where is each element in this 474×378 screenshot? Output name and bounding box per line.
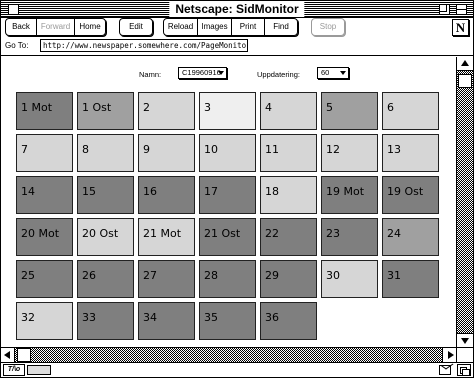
find-button[interactable]: Find — [265, 19, 297, 35]
page-cell[interactable]: 20 Ost — [77, 218, 134, 256]
name-label: Namn: — [139, 70, 162, 79]
page-cell[interactable]: 10 — [199, 134, 256, 172]
page-cell[interactable]: 16 — [138, 176, 195, 214]
page-cell[interactable]: 9 — [138, 134, 195, 172]
page-cell[interactable]: 19 Ost — [382, 176, 439, 214]
page-cell[interactable]: 13 — [382, 134, 439, 172]
page-content: Namn: C19960916 Uppdatering: 60 1 Mot 1 O… — [1, 57, 456, 347]
page-cell[interactable]: 4 — [260, 92, 317, 130]
page-cell[interactable]: 2 — [138, 92, 195, 130]
page-button-group: Reload Images Print Find — [163, 18, 298, 36]
update-select[interactable]: 60 — [317, 67, 349, 79]
page-cell[interactable]: 28 — [199, 260, 256, 298]
page-cell[interactable]: 25 — [16, 260, 73, 298]
page-cell[interactable]: 6 — [382, 92, 439, 130]
vertical-scrollbar[interactable] — [456, 57, 473, 347]
page-cell[interactable]: 26 — [77, 260, 134, 298]
page-cell[interactable]: 30 — [321, 260, 378, 298]
browser-window: Netscape: SidMonitor Back Forward Home E… — [0, 0, 474, 378]
url-input[interactable]: http://www.newspaper.somewhere.com/PageM… — [40, 39, 248, 52]
page-cell[interactable]: 34 — [138, 302, 195, 340]
back-button[interactable]: Back — [6, 19, 37, 35]
scroll-up-arrow-icon[interactable] — [457, 57, 473, 71]
security-icon[interactable]: T/\o — [3, 364, 25, 376]
page-cell[interactable]: 29 — [260, 260, 317, 298]
mail-icon[interactable] — [439, 365, 451, 375]
edit-button[interactable]: Edit — [119, 18, 153, 36]
stop-button[interactable]: Stop — [311, 18, 345, 36]
navigation-button-group: Back Forward Home — [5, 18, 106, 36]
page-cell[interactable]: 21 Mot — [138, 218, 195, 256]
close-box-icon[interactable] — [8, 4, 19, 15]
page-cell[interactable]: 5 — [321, 92, 378, 130]
scrollbar-corner — [456, 347, 473, 362]
dropdown-arrow-icon — [340, 71, 346, 75]
page-cell[interactable]: 1 Mot — [16, 92, 73, 130]
zoom-box-icon[interactable] — [439, 4, 450, 15]
dropdown-arrow-icon — [218, 71, 224, 75]
location-label: Go To: — [5, 41, 29, 50]
scroll-right-arrow-icon[interactable] — [442, 348, 456, 362]
netscape-logo-icon[interactable]: N — [452, 19, 469, 36]
page-cell[interactable]: 1 Ost — [77, 92, 134, 130]
page-cell[interactable]: 7 — [16, 134, 73, 172]
scroll-down-arrow-icon[interactable] — [457, 333, 473, 347]
update-select-value: 60 — [321, 68, 330, 77]
page-cell[interactable]: 8 — [77, 134, 134, 172]
page-cell[interactable]: 31 — [382, 260, 439, 298]
page-cell[interactable]: 3 — [199, 92, 256, 130]
page-cell[interactable]: 15 — [77, 176, 134, 214]
collapse-box-icon[interactable] — [456, 4, 467, 15]
window-title: Netscape: SidMonitor — [169, 1, 305, 17]
component-bar-icon[interactable] — [457, 364, 471, 376]
page-cell[interactable]: 18 — [260, 176, 317, 214]
page-cell[interactable]: 27 — [138, 260, 195, 298]
page-cell[interactable]: 22 — [260, 218, 317, 256]
toolbar: Back Forward Home Edit Reload Images Pri… — [1, 18, 473, 38]
name-select[interactable]: C19960916 — [178, 67, 227, 79]
page-cell[interactable]: 17 — [199, 176, 256, 214]
title-bar[interactable]: Netscape: SidMonitor — [1, 1, 473, 18]
home-button[interactable]: Home — [75, 19, 105, 35]
page-cell[interactable]: 36 — [260, 302, 317, 340]
reload-button[interactable]: Reload — [164, 19, 198, 35]
status-bar: T/\o — [1, 362, 473, 377]
location-bar: Go To: http://www.newspaper.somewhere.co… — [1, 38, 473, 56]
horizontal-scroll-thumb[interactable] — [17, 348, 31, 362]
page-cell[interactable]: 32 — [16, 302, 73, 340]
page-cell[interactable]: 20 Mot — [16, 218, 73, 256]
page-cell[interactable]: 23 — [321, 218, 378, 256]
page-cell[interactable]: 33 — [77, 302, 134, 340]
page-cell[interactable]: 11 — [260, 134, 317, 172]
forward-button[interactable]: Forward — [37, 19, 75, 35]
page-cell[interactable]: 24 — [382, 218, 439, 256]
scroll-left-arrow-icon[interactable] — [1, 348, 15, 362]
horizontal-scrollbar[interactable] — [1, 347, 456, 362]
update-label: Uppdatering: — [257, 70, 300, 79]
vertical-scroll-thumb[interactable] — [458, 74, 472, 88]
progress-bar — [27, 365, 51, 375]
name-select-value: C19960916 — [182, 68, 221, 77]
page-cell[interactable]: 35 — [199, 302, 256, 340]
page-cell[interactable]: 12 — [321, 134, 378, 172]
logo-letter: N — [455, 20, 466, 35]
page-cell[interactable]: 14 — [16, 176, 73, 214]
images-button[interactable]: Images — [198, 19, 232, 35]
page-cell[interactable]: 19 Mot — [321, 176, 378, 214]
print-button[interactable]: Print — [232, 19, 265, 35]
page-cell[interactable]: 21 Ost — [199, 218, 256, 256]
